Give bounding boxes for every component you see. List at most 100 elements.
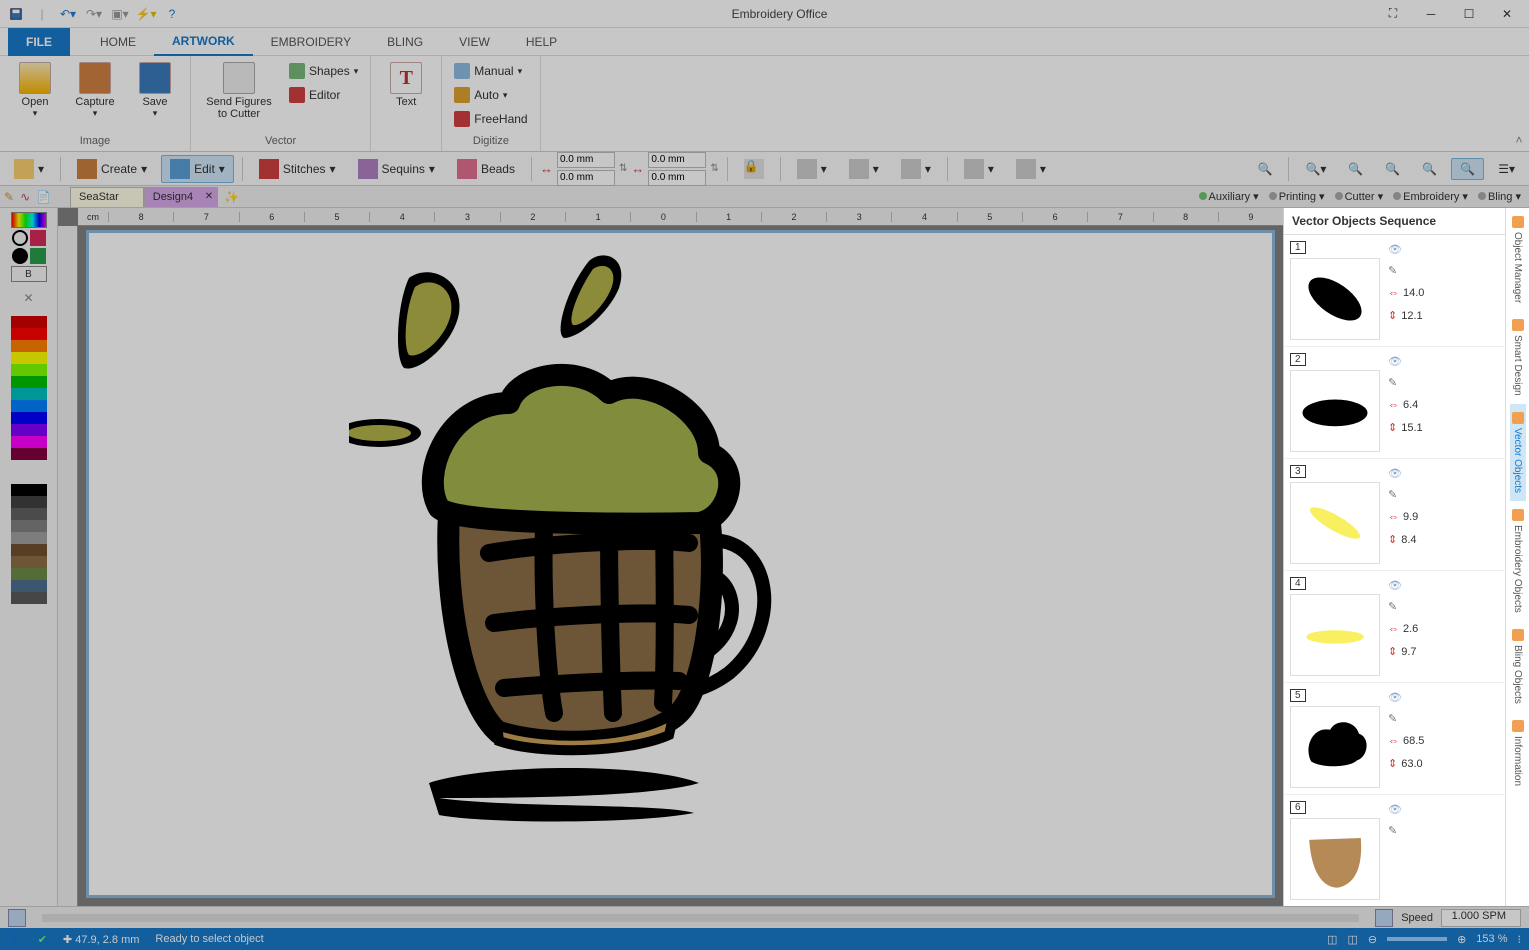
object-item[interactable]: 1👁✎⇔ 14.0⇕ 12.1 — [1284, 235, 1505, 347]
fill-circle-icon[interactable] — [12, 248, 28, 264]
height2-input[interactable] — [648, 170, 706, 186]
close-tab-icon[interactable]: ✕ — [205, 191, 213, 202]
stroke-swatch-icon[interactable] — [12, 230, 28, 246]
maximize-button[interactable]: ☐ — [1451, 3, 1487, 25]
sim-end-icon[interactable] — [1375, 909, 1393, 927]
palette-swatch[interactable] — [11, 544, 47, 556]
palette-swatch[interactable] — [11, 496, 47, 508]
palette-swatch[interactable] — [11, 580, 47, 592]
editor-button[interactable]: Editor — [285, 84, 362, 106]
pointer-tool-icon[interactable]: ✎ — [4, 190, 14, 204]
fill-swatch-2[interactable] — [30, 248, 46, 264]
mode-auxiliary[interactable]: Auxiliary ▾ — [1199, 190, 1259, 203]
object-item[interactable]: 3👁✎⇔ 9.9⇕ 8.4 — [1284, 459, 1505, 571]
qa-redo-icon[interactable]: ↷▾ — [82, 3, 106, 25]
mode-bling[interactable]: Bling ▾ — [1478, 190, 1521, 203]
align-icon[interactable]: ▾ — [789, 156, 835, 182]
zoom-active-icon[interactable]: 🔍 — [1451, 158, 1484, 180]
freehand-button[interactable]: FreeHand — [450, 108, 531, 130]
auto-button[interactable]: Auto▾ — [450, 84, 531, 106]
sidetab-vector-objects[interactable]: Vector Objects — [1510, 404, 1526, 501]
object-item[interactable]: 4👁✎⇔ 2.6⇕ 9.7 — [1284, 571, 1505, 683]
qa-help-icon[interactable]: ? — [160, 3, 184, 25]
palette-swatch[interactable] — [11, 556, 47, 568]
sidetab-bling-objects[interactable]: Bling Objects — [1510, 621, 1526, 712]
sidetab-object-manager[interactable]: Object Manager — [1510, 208, 1526, 311]
new-doc-icon[interactable]: ✨ — [224, 190, 239, 204]
minimize-button[interactable]: ─ — [1413, 3, 1449, 25]
object-item[interactable]: 2👁✎⇔ 6.4⇕ 15.1 — [1284, 347, 1505, 459]
beads-button[interactable]: Beads — [449, 156, 523, 182]
sidetab-information[interactable]: Information — [1510, 712, 1526, 794]
palette-swatch[interactable] — [11, 400, 47, 412]
tab-help[interactable]: HELP — [508, 28, 575, 56]
capture-button[interactable]: Capture▾ — [68, 60, 122, 124]
palette-swatch[interactable] — [11, 532, 47, 544]
object-list[interactable]: 1👁✎⇔ 14.0⇕ 12.12👁✎⇔ 6.4⇕ 15.13👁✎⇔ 9.9⇕ 8… — [1284, 235, 1505, 906]
palette-close-icon[interactable]: ✕ — [11, 290, 47, 306]
pencil-icon[interactable]: ✎ — [1388, 600, 1499, 613]
pencil-icon[interactable]: ✎ — [1388, 376, 1499, 389]
palette-swatch[interactable] — [11, 340, 47, 352]
visibility-icon[interactable]: 👁 — [1388, 691, 1499, 704]
arrange-icon[interactable]: ▾ — [841, 156, 887, 182]
pencil-icon[interactable]: ✎ — [1388, 264, 1499, 277]
fill-swatch-1[interactable] — [30, 230, 46, 246]
zoom-sel-icon[interactable]: 🔍 — [1340, 159, 1371, 179]
curve-tool-icon[interactable]: ∿ — [20, 190, 30, 204]
design-canvas[interactable] — [86, 230, 1275, 898]
shapes-button[interactable]: Shapes▾ — [285, 60, 362, 82]
palette-swatch[interactable] — [11, 352, 47, 364]
palette-swatch[interactable] — [11, 436, 47, 448]
palette-swatch[interactable] — [11, 412, 47, 424]
visibility-icon[interactable]: 👁 — [1388, 243, 1499, 256]
object-item[interactable]: 5👁✎⇔ 68.5⇕ 63.0 — [1284, 683, 1505, 795]
collapse-ribbon-icon[interactable]: ˄ — [1509, 56, 1529, 151]
zoom-in-icon[interactable]: ⊕ — [1457, 933, 1466, 946]
doctab-design4[interactable]: Design4✕ — [144, 187, 218, 207]
manual-button[interactable]: Manual▾ — [450, 60, 531, 82]
note-tool-icon[interactable]: 📄 — [36, 190, 51, 204]
open-image-button[interactable]: Open▾ — [8, 60, 62, 124]
tab-bling[interactable]: BLING — [369, 28, 441, 56]
qa-save-icon[interactable] — [4, 3, 28, 25]
tab-file[interactable]: FILE — [8, 28, 70, 56]
visibility-icon[interactable]: 👁 — [1388, 579, 1499, 592]
text-button[interactable]: TText — [379, 60, 433, 124]
status-view1-icon[interactable]: ◫ — [1327, 933, 1337, 946]
zoom-page-icon[interactable]: 🔍 — [1377, 159, 1408, 179]
visibility-icon[interactable]: 👁 — [1388, 355, 1499, 368]
close-button[interactable]: ✕ — [1489, 3, 1525, 25]
width1-input[interactable] — [557, 152, 615, 168]
status-user-icon[interactable]: 👤 — [8, 933, 22, 946]
tab-artwork[interactable]: ARTWORK — [154, 28, 253, 56]
zoom-all-icon[interactable]: 🔍 — [1414, 159, 1445, 179]
layer-b-button[interactable]: B — [11, 266, 47, 282]
edit-button[interactable]: Edit▾ — [161, 155, 234, 183]
create-button[interactable]: Create▾ — [69, 156, 155, 182]
tab-home[interactable]: HOME — [82, 28, 154, 56]
list-icon[interactable]: ☰▾ — [1490, 159, 1523, 179]
zoom-fit-icon[interactable]: 🔍▾ — [1297, 159, 1334, 179]
palette-swatch[interactable] — [11, 316, 47, 328]
palette-swatch[interactable] — [11, 568, 47, 580]
tab-embroidery[interactable]: EMBROIDERY — [253, 28, 369, 56]
object-item[interactable]: 6👁✎ — [1284, 795, 1505, 906]
qa-open-icon[interactable]: ▣▾ — [108, 3, 132, 25]
mode-embroidery[interactable]: Embroidery ▾ — [1393, 190, 1468, 203]
status-view2-icon[interactable]: ◫ — [1347, 933, 1357, 946]
palette-swatch[interactable] — [11, 376, 47, 388]
palette-swatch[interactable] — [11, 328, 47, 340]
mode-cutter[interactable]: Cutter ▾ — [1335, 190, 1384, 203]
lock-icon[interactable]: 🔒 — [736, 156, 772, 182]
ungroup-icon[interactable]: ▾ — [1008, 156, 1054, 182]
palette-swatch[interactable] — [11, 484, 47, 496]
palette-swatch[interactable] — [11, 424, 47, 436]
tab-view[interactable]: VIEW — [441, 28, 508, 56]
palette-swatch[interactable] — [11, 388, 47, 400]
width2-input[interactable] — [648, 152, 706, 168]
visibility-icon[interactable]: 👁 — [1388, 803, 1499, 816]
group-icon[interactable]: ▾ — [956, 156, 1002, 182]
qa-macro-icon[interactable]: ⚡▾ — [134, 3, 158, 25]
zoom-out-icon[interactable]: ⊖ — [1368, 933, 1377, 946]
